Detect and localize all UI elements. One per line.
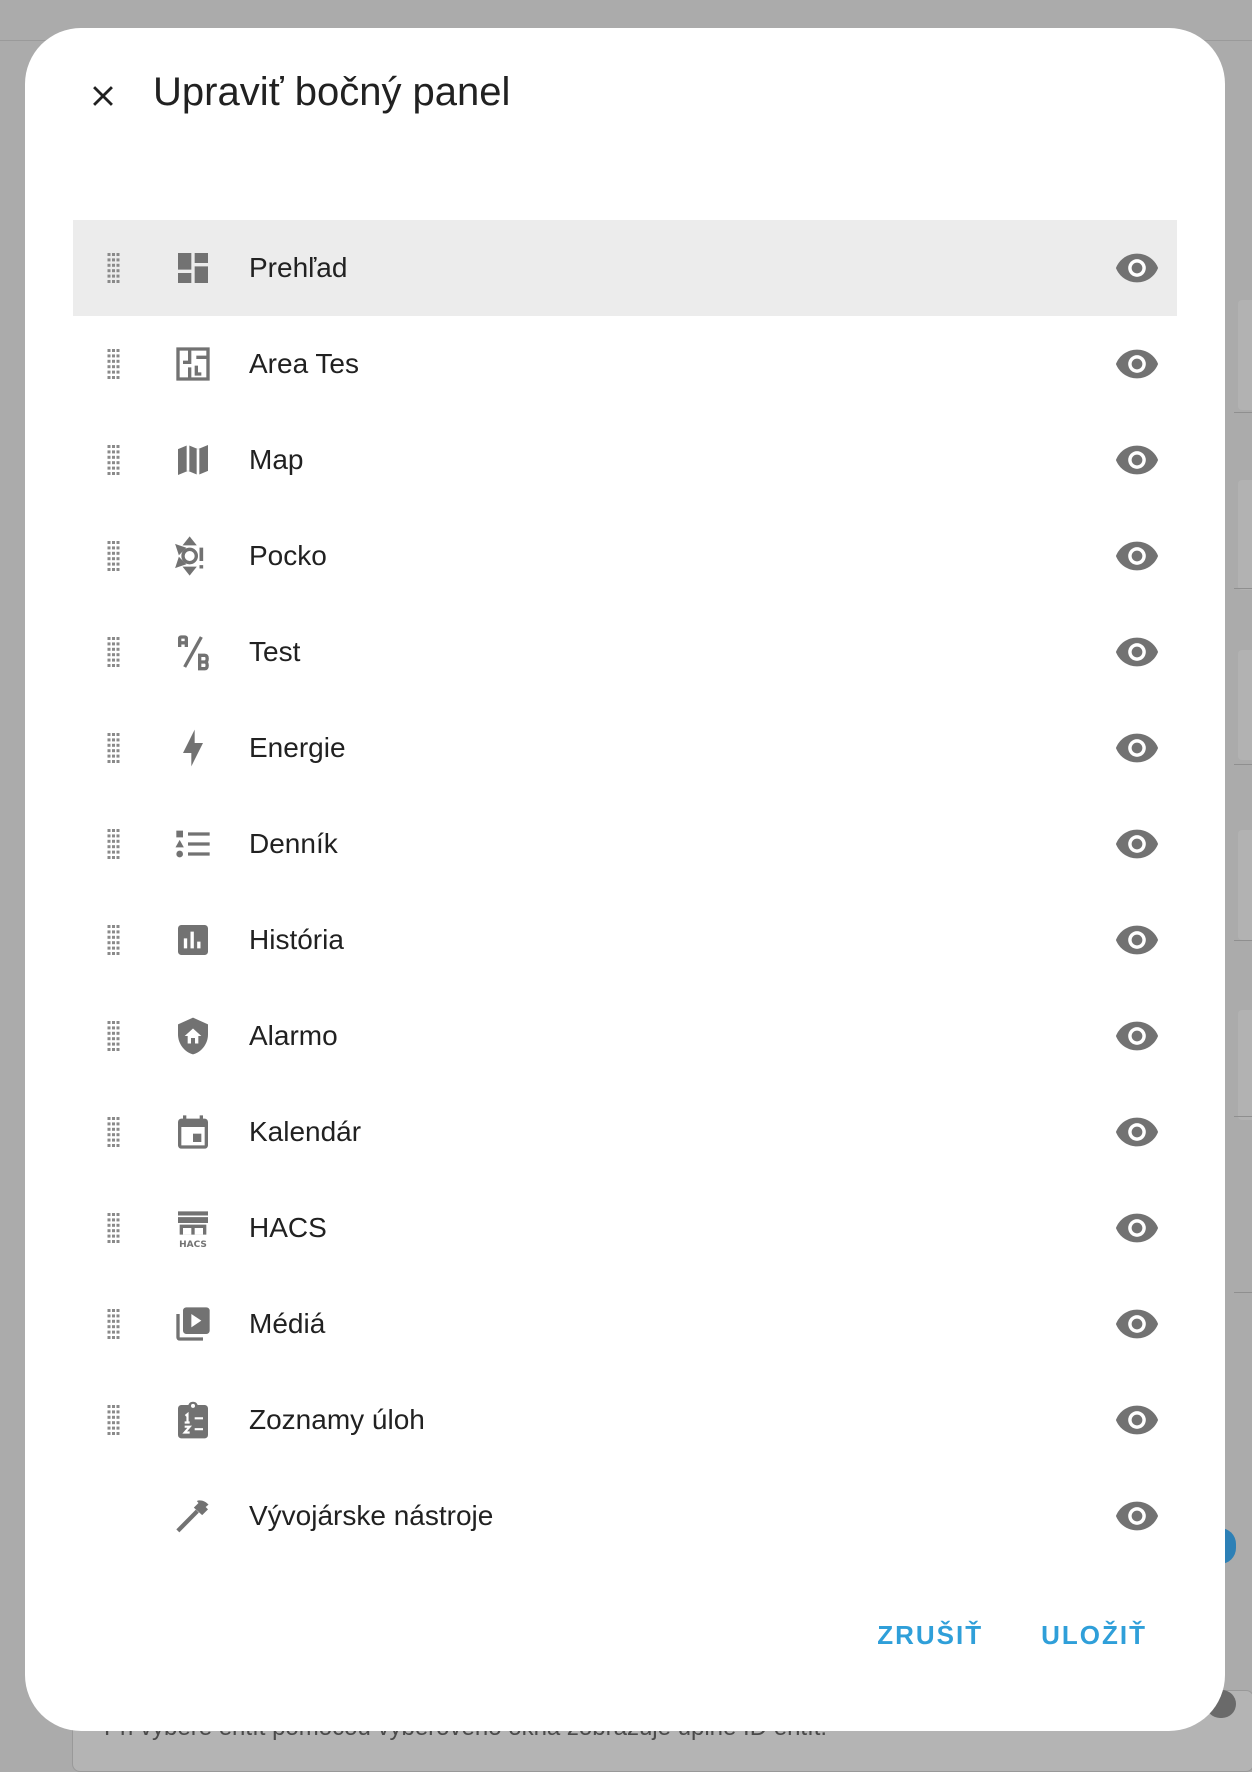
visibility-eye-icon[interactable] <box>1113 1300 1161 1348</box>
sidebar-item-label: Vývojárske nástroje <box>249 1500 494 1531</box>
ab-testing-icon <box>173 632 213 672</box>
visibility-eye-icon[interactable] <box>1113 628 1161 676</box>
svg-text:HACS: HACS <box>179 1240 207 1248</box>
dialog-title: Upraviť bočný panel <box>153 70 511 114</box>
sidebar-item-row[interactable]: Denník <box>73 796 1177 892</box>
close-icon <box>93 86 113 106</box>
sidebar-item-label: Alarmo <box>249 1020 338 1051</box>
sidebar-item-row[interactable]: Pocko <box>73 508 1177 604</box>
drag-handle-icon[interactable] <box>101 1307 125 1341</box>
drag-handle-icon[interactable] <box>101 923 125 957</box>
clipboard-list-icon <box>173 1400 213 1440</box>
visibility-eye-icon[interactable] <box>1113 1108 1161 1156</box>
sidebar-item-row[interactable]: Vývojárske nástroje <box>73 1468 1177 1564</box>
visibility-eye-icon[interactable] <box>1113 244 1161 292</box>
drag-handle-icon[interactable] <box>101 1019 125 1053</box>
background-divider <box>1234 1292 1252 1293</box>
sidebar-item-row[interactable]: Map <box>73 412 1177 508</box>
sidebar-item-row[interactable]: HACS HACS <box>73 1180 1177 1276</box>
sidebar-item-label: História <box>249 924 344 955</box>
background-card-edge <box>1238 1010 1252 1120</box>
sidebar-item-label: Prehľad <box>249 252 348 283</box>
format-list-bulleted-type-icon <box>173 824 213 864</box>
background-divider <box>1234 940 1252 941</box>
play-box-multiple-icon <box>173 1304 213 1344</box>
drag-handle-icon[interactable] <box>101 443 125 477</box>
sidebar-item-label: Pocko <box>249 540 327 571</box>
sidebar-item-row[interactable]: Test <box>73 604 1177 700</box>
drag-handle-icon[interactable] <box>101 1211 125 1245</box>
visibility-eye-icon[interactable] <box>1113 916 1161 964</box>
background-divider <box>1234 412 1252 413</box>
sidebar-item-row[interactable]: Area Tes <box>73 316 1177 412</box>
drag-handle-icon[interactable] <box>101 731 125 765</box>
lightning-bolt-icon <box>173 728 213 768</box>
sidebar-item-list: Prehľad Area Tes Map Pocko Test Energie Denník… <box>73 220 1177 1564</box>
cancel-button[interactable]: ZRUŠIŤ <box>863 1610 997 1661</box>
sidebar-item-row[interactable]: Alarmo <box>73 988 1177 1084</box>
visibility-eye-icon[interactable] <box>1113 724 1161 772</box>
sidebar-item-row[interactable]: Kalendár <box>73 1084 1177 1180</box>
floor-plan-icon <box>173 344 213 384</box>
sidebar-item-row[interactable]: Prehľad <box>73 220 1177 316</box>
drag-handle-icon[interactable] <box>101 1403 125 1437</box>
save-button[interactable]: ULOŽIŤ <box>1027 1610 1161 1661</box>
calendar-icon <box>173 1112 213 1152</box>
visibility-eye-icon[interactable] <box>1113 1204 1161 1252</box>
background-card-edge <box>1238 300 1252 410</box>
sidebar-item-label: Médiá <box>249 1308 326 1339</box>
visibility-eye-icon[interactable] <box>1113 532 1161 580</box>
drag-handle-icon[interactable] <box>101 635 125 669</box>
map-icon <box>173 440 213 480</box>
hacs-store-icon: HACS <box>173 1208 213 1248</box>
drag-handle-icon[interactable] <box>101 347 125 381</box>
shield-home-icon <box>173 1016 213 1056</box>
sidebar-item-row[interactable]: Energie <box>73 700 1177 796</box>
background-divider <box>1234 764 1252 765</box>
sidebar-item-row[interactable]: Médiá <box>73 1276 1177 1372</box>
background-card-edge <box>1238 830 1252 940</box>
weather-alert-icon <box>173 536 213 576</box>
dialog-actions: ZRUŠIŤ ULOŽIŤ <box>863 1610 1161 1661</box>
drag-handle-icon[interactable] <box>101 539 125 573</box>
visibility-eye-icon[interactable] <box>1113 340 1161 388</box>
background-card-edge <box>1238 650 1252 760</box>
drag-handle-icon[interactable] <box>101 251 125 285</box>
visibility-eye-icon[interactable] <box>1113 436 1161 484</box>
hammer-icon <box>173 1496 213 1536</box>
view-dashboard-icon <box>173 248 213 288</box>
sidebar-item-row[interactable]: Zoznamy úloh <box>73 1372 1177 1468</box>
sidebar-item-label: HACS <box>249 1212 327 1243</box>
sidebar-item-label: Zoznamy úloh <box>249 1404 425 1435</box>
visibility-eye-icon[interactable] <box>1113 1492 1161 1540</box>
sidebar-item-label: Denník <box>249 828 338 859</box>
drag-handle-icon[interactable] <box>101 827 125 861</box>
drag-handle-icon[interactable] <box>101 1115 125 1149</box>
background-card-edge <box>1238 480 1252 590</box>
edit-sidebar-dialog: Upraviť bočný panel Prehľad Area Tes Map Po… <box>25 28 1225 1731</box>
sidebar-item-label: Map <box>249 444 304 475</box>
visibility-eye-icon[interactable] <box>1113 820 1161 868</box>
chart-box-icon <box>173 920 213 960</box>
sidebar-item-row[interactable]: História <box>73 892 1177 988</box>
sidebar-item-label: Kalendár <box>249 1116 362 1147</box>
background-divider <box>1234 1116 1252 1117</box>
sidebar-item-label: Area Tes <box>249 348 359 379</box>
sidebar-item-label: Energie <box>249 732 346 763</box>
visibility-eye-icon[interactable] <box>1113 1012 1161 1060</box>
close-button[interactable] <box>73 66 133 126</box>
visibility-eye-icon[interactable] <box>1113 1396 1161 1444</box>
sidebar-item-label: Test <box>249 636 301 667</box>
background-divider <box>1234 588 1252 589</box>
